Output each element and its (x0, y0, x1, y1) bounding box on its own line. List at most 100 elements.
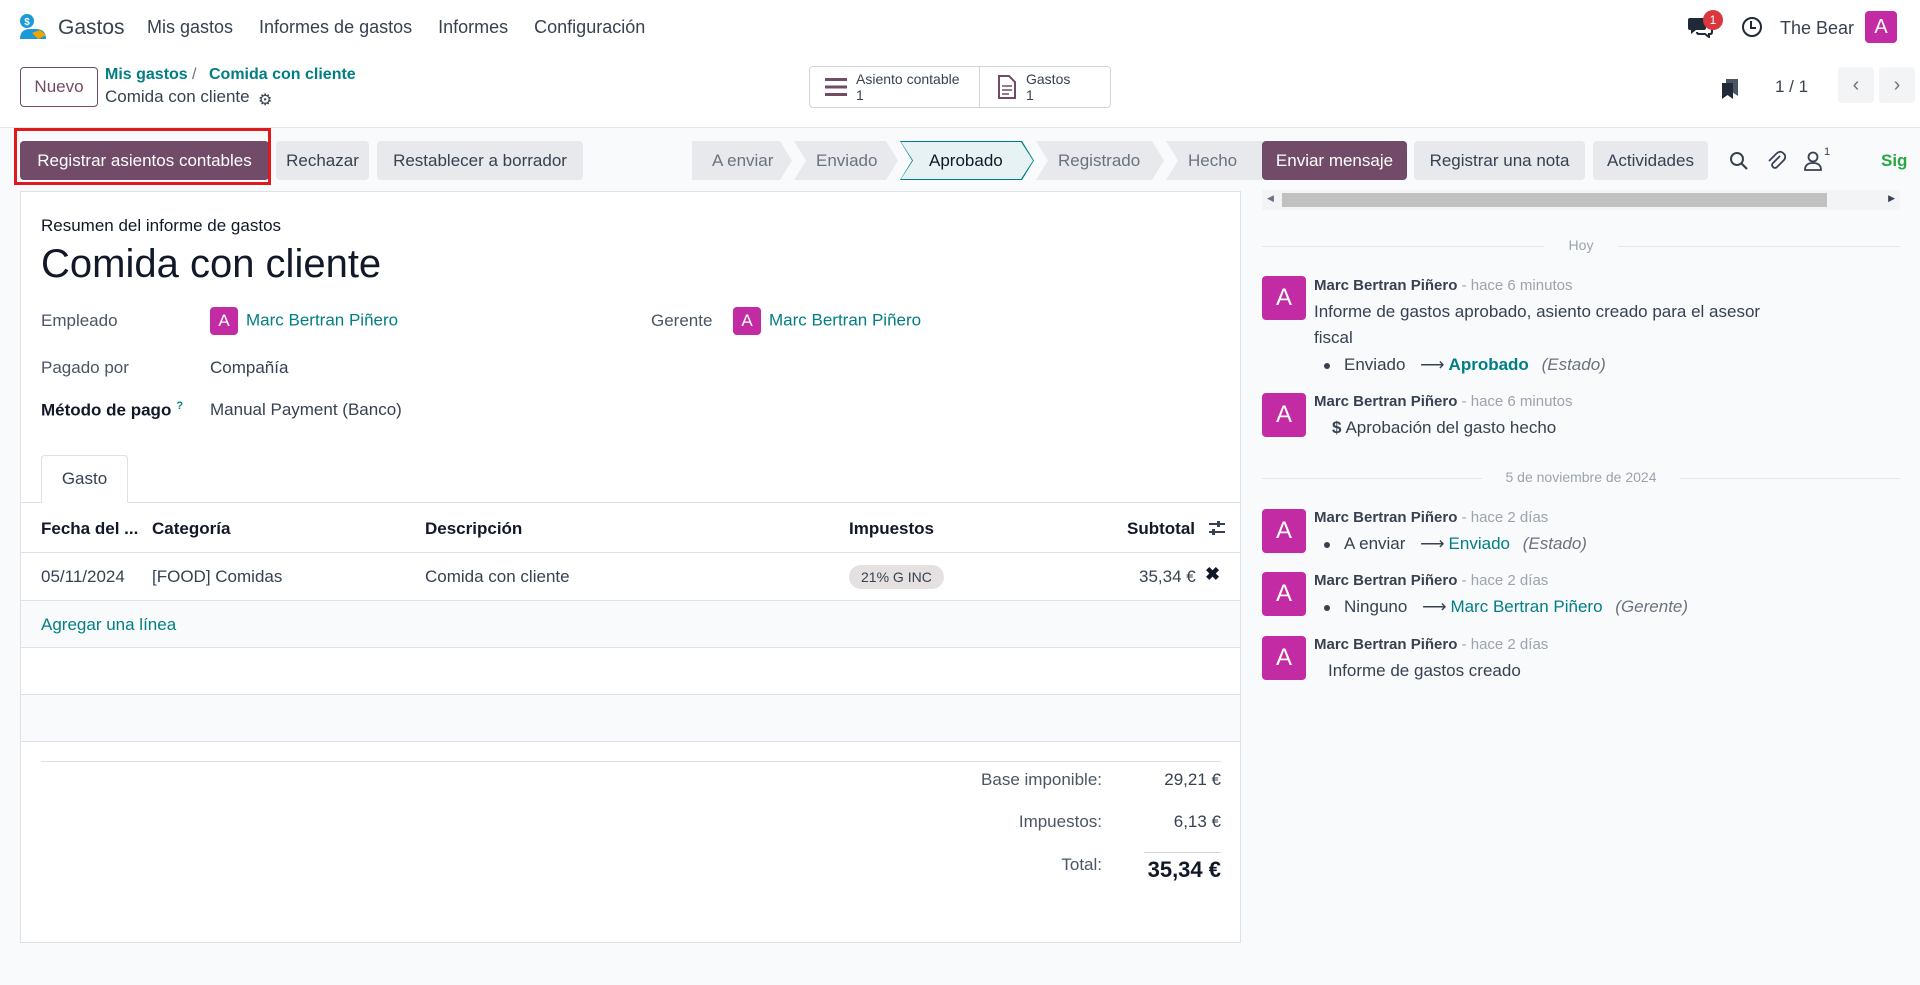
avatar: A (210, 307, 238, 335)
help-tooltip-icon[interactable]: ? (176, 400, 183, 412)
author-name[interactable]: Marc Bertran Piñero (1314, 277, 1457, 294)
author-name[interactable]: Marc Bertran Piñero (1314, 636, 1457, 653)
message-text: Aprobación del gasto hecho (1345, 418, 1557, 437)
menu-informes-de-gastos[interactable]: Informes de gastos (259, 17, 412, 38)
journal-entry-smart-button[interactable]: Asiento contable 1 (809, 66, 980, 108)
next-record-button[interactable]: › (1879, 67, 1915, 103)
refuse-button[interactable]: Rechazar (276, 141, 369, 180)
employee-link[interactable]: Marc Bertran Piñero (246, 310, 398, 329)
avatar[interactable]: A (1262, 276, 1306, 320)
message-author: Marc Bertran Piñero - hace 6 minutos (1314, 393, 1572, 410)
activities-button[interactable]: Actividades (1593, 141, 1708, 180)
activity-clock-icon[interactable] (1742, 17, 1762, 37)
new-button[interactable]: Nuevo (20, 67, 98, 107)
status-step-enviado[interactable]: Enviado (794, 141, 898, 180)
arrow-right-icon: ⟶ (1422, 597, 1447, 616)
tab-gasto[interactable]: Gasto (41, 455, 128, 503)
author-name[interactable]: Marc Bertran Piñero (1314, 572, 1457, 589)
status-step-registrado[interactable]: Registrado (1036, 141, 1164, 180)
line-date[interactable]: 05/11/2024 (41, 567, 125, 587)
manager-field[interactable]: A Marc Bertran Piñero (733, 307, 921, 335)
smart-label: Gastos (1026, 71, 1071, 87)
payment-method-field[interactable]: Manual Payment (Banco) (210, 400, 402, 420)
remove-line-icon[interactable]: ✖ (1205, 564, 1220, 585)
scroll-thumb[interactable] (1282, 193, 1827, 207)
empty-row (21, 695, 1240, 741)
tab-divider (21, 502, 1240, 503)
status-step-hecho[interactable]: Hecho (1166, 141, 1262, 180)
user-avatar[interactable]: A (1865, 11, 1897, 43)
expenses-smart-button[interactable]: Gastos 1 (980, 66, 1111, 108)
status-step-a-enviar[interactable]: A enviar (692, 141, 792, 180)
arrow-right-icon: ⟶ (1420, 534, 1445, 553)
dollar-icon: $ (1332, 418, 1342, 437)
column-category[interactable]: Categoría (152, 519, 230, 539)
manager-link[interactable]: Marc Bertran Piñero (769, 310, 921, 329)
avatar: A (733, 307, 761, 335)
expenses-app-icon[interactable]: $ (18, 13, 48, 43)
total-divider (1144, 852, 1221, 853)
status-label: Aprobado (901, 142, 1033, 179)
old-value: A enviar (1344, 534, 1406, 553)
new-value: Marc Bertran Piñero (1450, 597, 1603, 616)
add-line-link[interactable]: Agregar una línea (41, 615, 176, 635)
optional-columns-icon[interactable] (1207, 518, 1227, 538)
divider (1262, 478, 1482, 479)
avatar[interactable]: A (1262, 509, 1306, 553)
avatar[interactable]: A (1262, 393, 1306, 437)
employee-label: Empleado (41, 311, 118, 330)
menu-configuracion[interactable]: Configuración (534, 17, 645, 38)
status-label: A enviar (712, 151, 774, 170)
message-author: Marc Bertran Piñero - hace 2 días (1314, 572, 1548, 589)
gear-icon[interactable]: ⚙ (258, 90, 272, 110)
menu-informes[interactable]: Informes (438, 17, 508, 38)
followers-icon[interactable] (1803, 150, 1823, 172)
horizontal-scrollbar[interactable]: ◀ ▶ (1262, 190, 1900, 210)
message-author: Marc Bertran Piñero - hace 2 días (1314, 509, 1548, 526)
column-subtotal[interactable]: Subtotal (1127, 519, 1195, 539)
author-name[interactable]: Marc Bertran Piñero (1314, 509, 1457, 526)
status-step-aprobado[interactable]: Aprobado (900, 141, 1034, 180)
svg-text:$: $ (24, 17, 30, 28)
bookmark-icon[interactable] (1720, 78, 1740, 100)
tax-tag[interactable]: 21% G INC (849, 565, 944, 589)
breadcrumb-report[interactable]: Comida con cliente (209, 66, 356, 84)
payment-method-label: Método de pago? (41, 400, 183, 421)
line-category[interactable]: [FOOD] Comidas (152, 567, 282, 587)
pager-value[interactable]: 1 / 1 (1775, 77, 1808, 97)
search-icon[interactable] (1729, 151, 1749, 171)
tracked-field: (Gerente) (1615, 597, 1689, 616)
scroll-right-arrow[interactable]: ▶ (1888, 193, 1895, 204)
column-date[interactable]: Fecha del ... (41, 519, 138, 539)
employee-field[interactable]: A Marc Bertran Piñero (210, 307, 398, 335)
menu-mis-gastos[interactable]: Mis gastos (147, 17, 233, 38)
app-name[interactable]: Gastos (58, 16, 125, 40)
message-time: - hace 2 días (1461, 572, 1549, 589)
log-note-button[interactable]: Registrar una nota (1414, 141, 1585, 180)
previous-record-button[interactable]: ‹ (1838, 67, 1874, 103)
avatar[interactable]: A (1262, 636, 1306, 680)
reset-to-draft-button[interactable]: Restablecer a borrador (377, 141, 583, 180)
author-name[interactable]: Marc Bertran Piñero (1314, 393, 1457, 410)
line-description[interactable]: Comida con cliente (425, 567, 570, 587)
form-sheet: Resumen del informe de gastos Comida con… (20, 191, 1241, 943)
breadcrumb-mis-gastos[interactable]: Mis gastos (105, 66, 188, 84)
send-message-button[interactable]: Enviar mensaje (1262, 141, 1407, 180)
divider (1680, 478, 1900, 479)
breadcrumb-current: Comida con cliente (105, 87, 250, 106)
column-description[interactable]: Descripción (425, 519, 522, 539)
company-name[interactable]: The Bear (1780, 18, 1854, 39)
tracking-value: A enviar ⟶ Enviado (Estado) (1314, 531, 1587, 557)
tracking-value: Enviado ⟶ Aprobado (Estado) (1314, 352, 1606, 378)
column-taxes[interactable]: Impuestos (849, 519, 934, 539)
status-bar: A enviar Enviado Aprobado Registrado Hec… (692, 141, 1264, 180)
line-subtotal[interactable]: 35,34 € (1139, 567, 1196, 587)
smart-count: 1 (856, 87, 864, 103)
scroll-left-arrow[interactable]: ◀ (1267, 193, 1274, 204)
avatar[interactable]: A (1262, 572, 1306, 616)
old-value: Ninguno (1344, 597, 1408, 616)
follow-button[interactable]: Sig (1881, 151, 1907, 171)
paid-by-field[interactable]: Compañía (210, 358, 288, 378)
report-title[interactable]: Comida con cliente (41, 242, 381, 287)
paperclip-icon[interactable] (1766, 150, 1786, 172)
